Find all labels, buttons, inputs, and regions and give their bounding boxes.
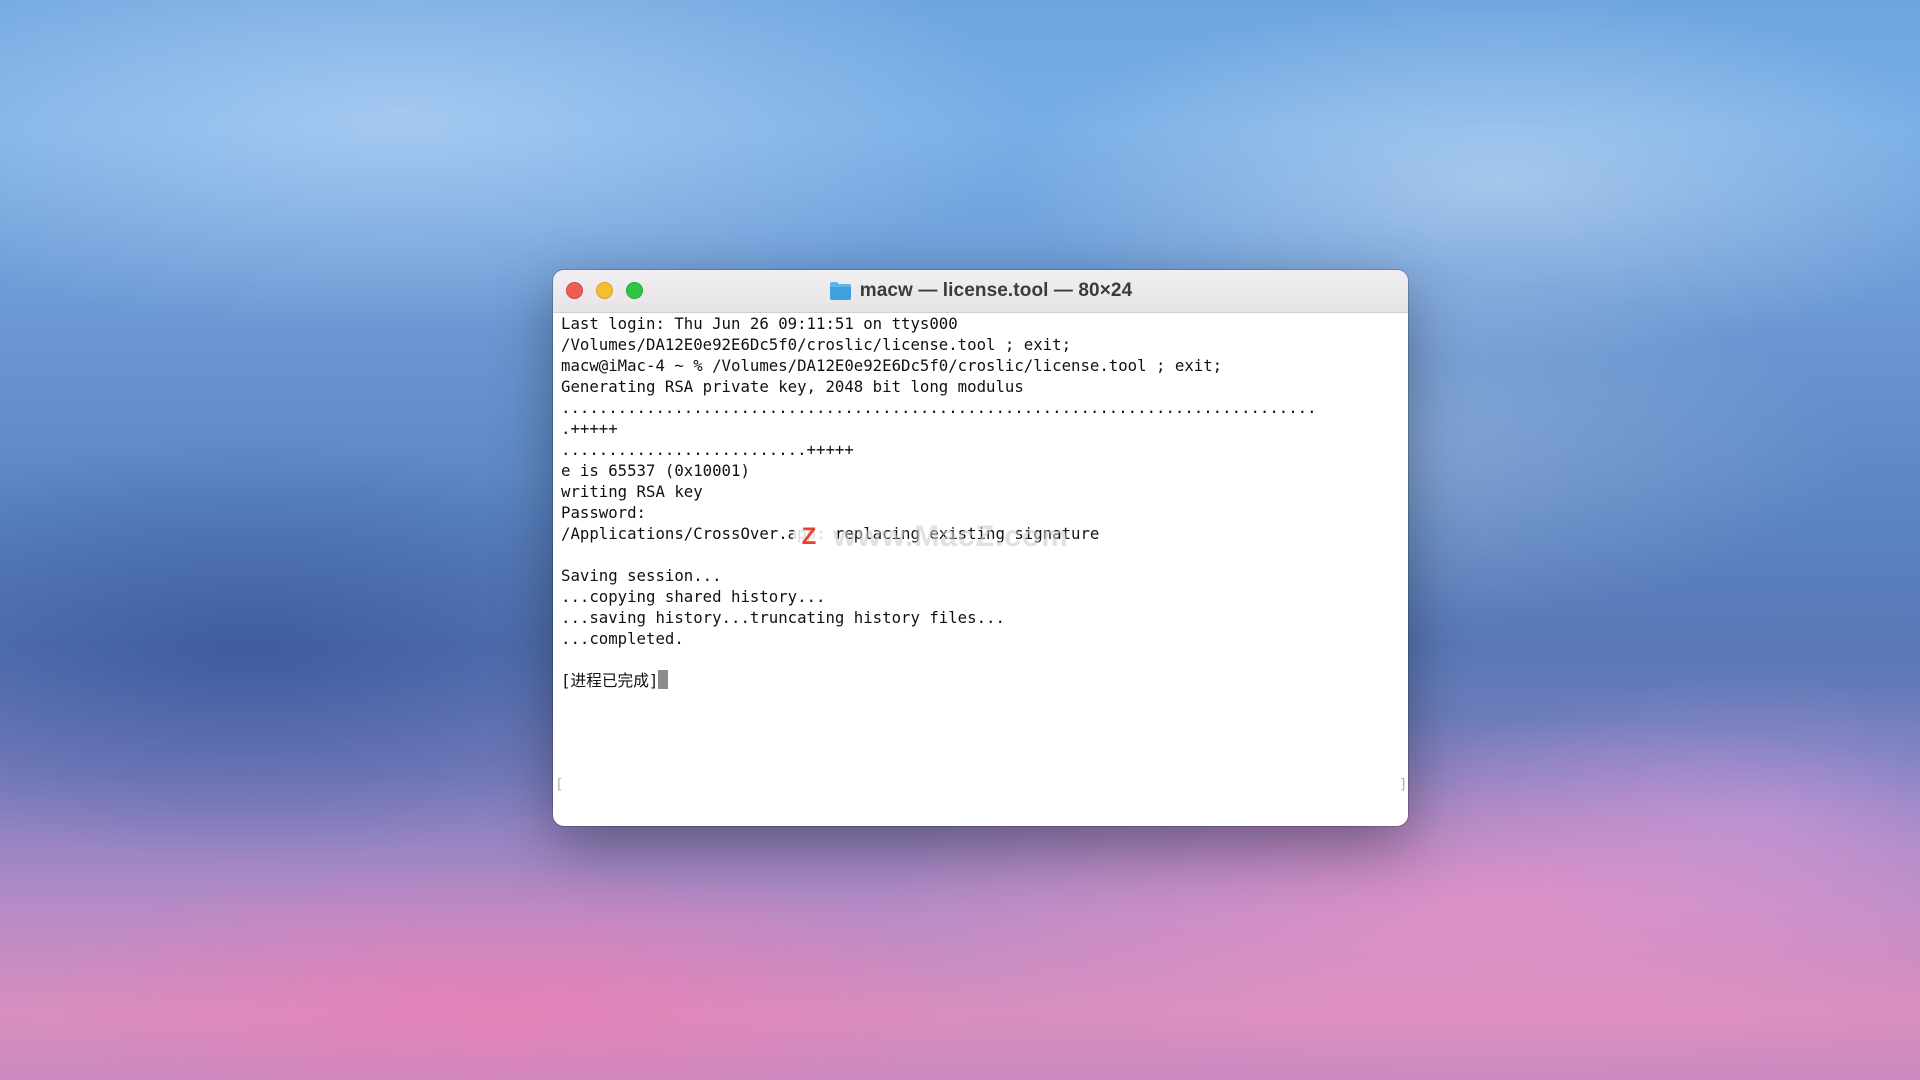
- terminal-line: /Volumes/DA12E0e92E6Dc5f0/croslic/licens…: [561, 335, 1072, 354]
- terminal-line: Password:: [561, 503, 647, 522]
- terminal-line: e is 65537 (0x10001): [561, 461, 750, 480]
- terminal-window[interactable]: macw — license.tool — 80×24 Last login: …: [553, 270, 1408, 826]
- folder-icon: [829, 281, 852, 301]
- terminal-line: .+++++: [561, 419, 618, 438]
- terminal-prompt-line: [进程已完成]: [561, 670, 1403, 691]
- terminal-line: ...saving history...truncating history f…: [561, 608, 1005, 627]
- process-completed-text: [进程已完成]: [561, 671, 659, 690]
- window-title-group: macw — license.tool — 80×24: [553, 270, 1408, 312]
- mark-bracket-right: ]: [1399, 777, 1408, 793]
- terminal-line: ..........................+++++: [561, 440, 854, 459]
- terminal-line: Saving session...: [561, 566, 722, 585]
- title-bar[interactable]: macw — license.tool — 80×24: [553, 270, 1408, 313]
- mark-bracket-left: [: [555, 777, 564, 793]
- terminal-line: Last login: Thu Jun 26 09:11:51 on ttys0…: [561, 314, 958, 333]
- terminal-line: ........................................…: [561, 398, 1317, 417]
- terminal-line: Generating RSA private key, 2048 bit lon…: [561, 377, 1024, 396]
- terminal-line: ...copying shared history...: [561, 587, 826, 606]
- window-title: macw — license.tool — 80×24: [859, 280, 1133, 301]
- terminal-line: macw@iMac-4 ~ % /Volumes/DA12E0e92E6Dc5f…: [561, 356, 1223, 375]
- terminal-line: ...completed.: [561, 629, 684, 648]
- terminal-line: /Applications/CrossOver.app: replacing e…: [561, 524, 1100, 543]
- terminal-line: writing RSA key: [561, 482, 703, 501]
- text-cursor: [658, 670, 669, 689]
- terminal-output[interactable]: Last login: Thu Jun 26 09:11:51 on ttys0…: [561, 313, 1403, 818]
